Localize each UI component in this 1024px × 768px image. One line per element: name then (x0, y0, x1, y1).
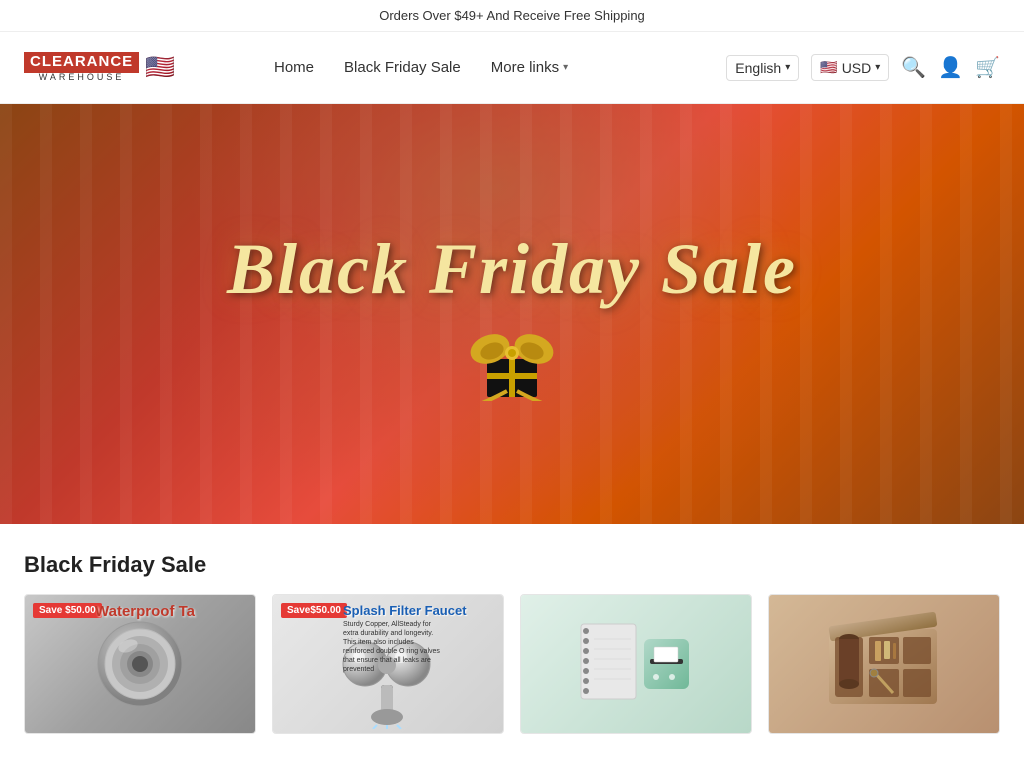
logo-text: CLEARANCE WAREHOUSE (24, 52, 139, 82)
account-icon[interactable]: 👤 (938, 55, 963, 80)
header: CLEARANCE WAREHOUSE 🇺🇸 Home Black Friday… (0, 32, 1024, 104)
nav-black-friday-sale[interactable]: Black Friday Sale (344, 59, 461, 76)
product-card-1[interactable]: Save $50.00 Waterproof Ta (24, 594, 256, 734)
product-4-image (769, 595, 999, 733)
language-selector[interactable]: English ▾ (726, 55, 799, 81)
logo[interactable]: CLEARANCE WAREHOUSE 🇺🇸 (24, 52, 175, 82)
currency-chevron-icon: ▾ (875, 62, 880, 73)
hero-title: Black Friday Sale (227, 228, 797, 311)
flag-us-small-icon: 🇺🇸 (820, 59, 837, 76)
logo-warehouse: WAREHOUSE (24, 73, 139, 83)
product-2-description: Sturdy Copper, AllSteady for extra durab… (343, 620, 443, 675)
printer-svg (576, 609, 696, 719)
product-3-image (521, 595, 751, 733)
gift-bow-decoration (452, 321, 572, 401)
logo-clearance: CLEARANCE (24, 52, 139, 73)
tape-roll-svg (90, 614, 190, 714)
products-grid: Save $50.00 Waterproof Ta (24, 594, 1000, 734)
product-1-label: Waterproof Ta (95, 603, 195, 620)
language-label: English (735, 60, 781, 76)
banner-text: Orders Over $49+ And Receive Free Shippi… (379, 8, 645, 23)
section-title: Black Friday Sale (24, 552, 1000, 578)
nav-more-links[interactable]: More links ▾ (491, 59, 568, 76)
chevron-down-icon: ▾ (563, 62, 568, 73)
currency-selector[interactable]: 🇺🇸 USD ▾ (811, 54, 889, 81)
header-right: English ▾ 🇺🇸 USD ▾ 🔍 👤 🛒 (726, 54, 1000, 81)
product-card-2[interactable]: Save$50.00 Splash Filter Faucet Sturdy C… (272, 594, 504, 734)
us-flag-icon: 🇺🇸 (145, 53, 175, 82)
product-1-save-badge: Save $50.00 (33, 603, 102, 618)
cart-icon[interactable]: 🛒 (975, 55, 1000, 80)
hero-content: Black Friday Sale (227, 228, 797, 401)
products-section: Black Friday Sale (0, 524, 1024, 750)
logo-area: CLEARANCE WAREHOUSE 🇺🇸 (24, 52, 244, 82)
currency-label: USD (842, 60, 872, 76)
product-2-save-badge: Save$50.00 (281, 603, 347, 618)
bow-svg (452, 321, 572, 401)
search-icon[interactable]: 🔍 (901, 55, 926, 80)
main-nav: Home Black Friday Sale More links ▾ (244, 59, 726, 76)
top-banner: Orders Over $49+ And Receive Free Shippi… (0, 0, 1024, 32)
product-2-text-area: Splash Filter Faucet Sturdy Copper, AllS… (343, 603, 467, 675)
product-2-title: Splash Filter Faucet (343, 603, 467, 618)
hero-banner: Black Friday Sale (0, 104, 1024, 524)
nav-home[interactable]: Home (274, 59, 314, 76)
lang-chevron-icon: ▾ (785, 62, 790, 73)
product-card-4[interactable] (768, 594, 1000, 734)
product-card-3[interactable] (520, 594, 752, 734)
organizer-svg (819, 609, 949, 719)
